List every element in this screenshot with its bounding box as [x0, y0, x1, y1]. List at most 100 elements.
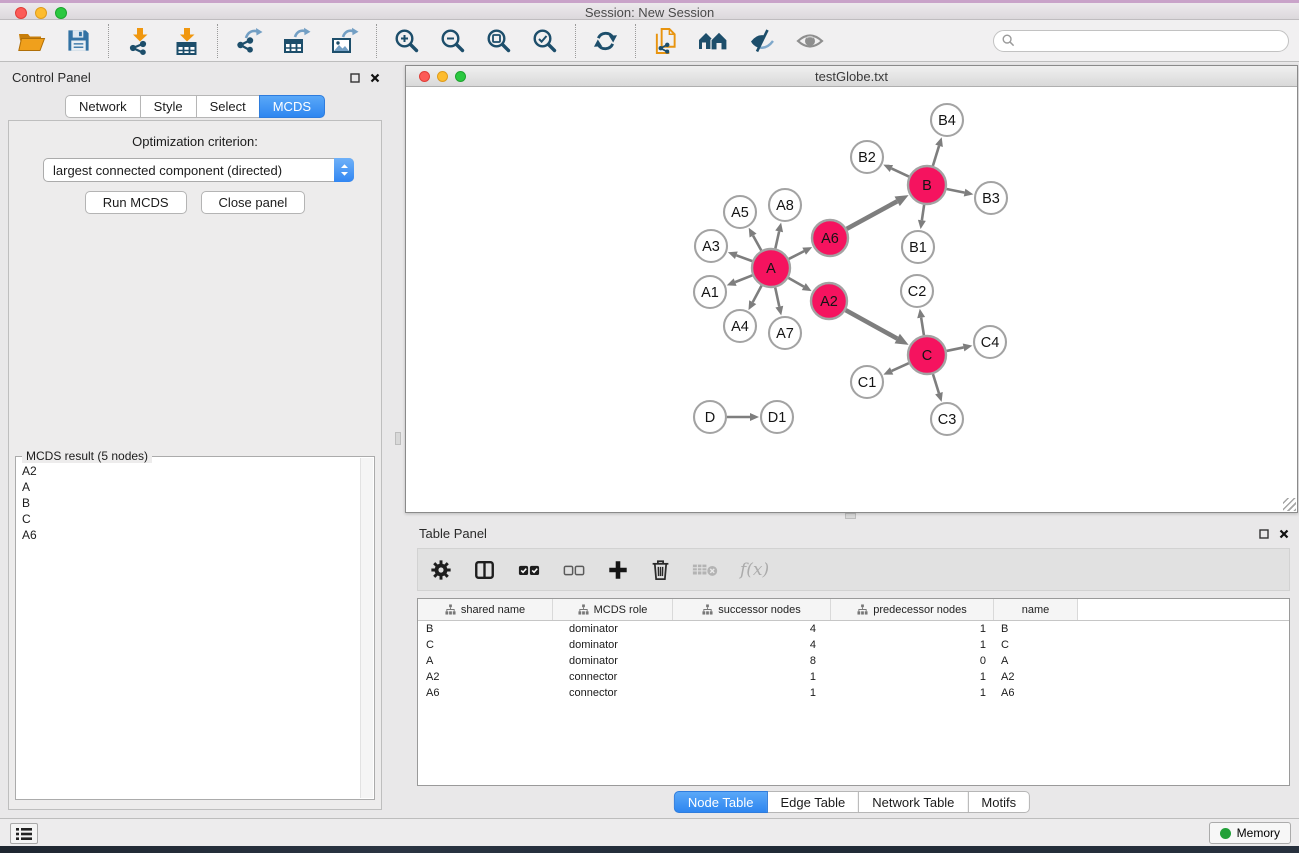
result-list-item[interactable]: B [22, 495, 360, 511]
result-list-item[interactable]: A2 [22, 463, 360, 479]
tab-node-table[interactable]: Node Table [674, 791, 768, 813]
result-list-scrollbar[interactable] [360, 458, 373, 798]
show-view-button[interactable] [796, 30, 824, 52]
run-mcds-button[interactable]: Run MCDS [85, 191, 187, 214]
close-panel-button[interactable]: Close panel [201, 191, 306, 214]
network-window-titlebar[interactable]: testGlobe.txt [406, 66, 1297, 87]
result-list-item[interactable]: A6 [22, 527, 360, 543]
graph-edge[interactable] [922, 205, 924, 220]
table-cell[interactable]: connector [553, 669, 673, 685]
tab-select[interactable]: Select [196, 95, 260, 118]
table-cell[interactable]: connector [553, 685, 673, 701]
table-cell[interactable]: dominator [553, 637, 673, 653]
table-cell[interactable]: dominator [553, 621, 673, 637]
table-cell[interactable]: 1 [831, 621, 994, 637]
export-network-button[interactable] [235, 27, 263, 54]
graph-edge[interactable] [933, 146, 939, 166]
refresh-layout-button[interactable] [593, 28, 618, 54]
column-view-button[interactable] [473, 559, 496, 581]
search-field[interactable] [993, 30, 1289, 52]
table-cell[interactable]: 1 [673, 669, 831, 685]
graph-edge[interactable] [892, 363, 909, 371]
add-row-button[interactable] [607, 559, 629, 581]
table-cell[interactable]: A2 [994, 669, 1078, 685]
graph-edge[interactable] [891, 168, 908, 176]
close-table-panel-icon[interactable] [1279, 527, 1289, 542]
import-table-button[interactable] [173, 27, 200, 55]
table-settings-button[interactable] [430, 559, 452, 581]
tab-motifs[interactable]: Motifs [967, 791, 1030, 813]
table-row[interactable]: Adominator80A [418, 653, 1289, 669]
select-all-button[interactable] [517, 559, 541, 581]
graph-edge[interactable] [736, 255, 752, 261]
table-cell[interactable]: 1 [831, 685, 994, 701]
table-row[interactable]: Bdominator41B [418, 621, 1289, 637]
graph-edge[interactable] [735, 275, 752, 282]
table-cell[interactable]: A [418, 653, 553, 669]
table-cell[interactable]: B [994, 621, 1078, 637]
table-cell[interactable]: C [418, 637, 553, 653]
export-image-button[interactable] [331, 27, 359, 54]
table-cell[interactable]: dominator [553, 653, 673, 669]
column-header-mcds-role[interactable]: MCDS role [553, 599, 673, 620]
graph-edge[interactable] [753, 286, 762, 303]
graph-edge[interactable] [789, 251, 804, 259]
graph-edge[interactable] [775, 231, 779, 248]
float-panel-icon[interactable] [350, 71, 360, 86]
graph-edge[interactable] [846, 310, 898, 338]
column-header-predecessor-nodes[interactable]: predecessor nodes [831, 599, 994, 620]
close-panel-icon[interactable] [370, 71, 380, 86]
search-input[interactable] [1019, 34, 1280, 48]
table-cell[interactable]: A2 [418, 669, 553, 685]
column-header-successor-nodes[interactable]: successor nodes [673, 599, 831, 620]
table-cell[interactable]: 4 [673, 637, 831, 653]
tab-network-table[interactable]: Network Table [858, 791, 968, 813]
table-cell[interactable]: C [994, 637, 1078, 653]
vertical-splitter-grip[interactable] [395, 432, 401, 445]
table-cell[interactable]: A6 [994, 685, 1078, 701]
network-canvas[interactable]: B4B2BB3A8A5A6A3B1AC2A1A2A4A7C4CC1C3DD1 [406, 87, 1297, 512]
table-cell[interactable]: A [994, 653, 1078, 669]
graph-edge[interactable] [788, 278, 803, 287]
network-file-button[interactable] [653, 27, 678, 55]
save-session-button[interactable] [66, 28, 91, 53]
column-header-name[interactable]: name [994, 599, 1078, 620]
zoom-selected-button[interactable] [532, 28, 558, 54]
graph-edge[interactable] [753, 236, 761, 251]
hide-details-button[interactable] [748, 28, 776, 54]
table-cell[interactable]: 1 [831, 669, 994, 685]
tab-network[interactable]: Network [65, 95, 141, 118]
result-list-item[interactable]: A [22, 479, 360, 495]
criterion-select[interactable]: largest connected component (directed) [43, 158, 354, 182]
home-button[interactable] [698, 28, 728, 53]
horizontal-splitter-grip[interactable] [845, 513, 856, 519]
float-table-panel-icon[interactable] [1259, 527, 1269, 542]
graph-edge[interactable] [947, 189, 965, 193]
zoom-fit-button[interactable] [486, 28, 512, 54]
window-resize-grip[interactable] [1283, 498, 1296, 511]
deselect-all-button[interactable] [562, 559, 586, 581]
table-cell[interactable]: B [418, 621, 553, 637]
table-cell[interactable]: 8 [673, 653, 831, 669]
table-cell[interactable]: 1 [673, 685, 831, 701]
export-table-button[interactable] [283, 27, 311, 54]
table-cell[interactable]: 4 [673, 621, 831, 637]
table-row[interactable]: A2connector11A2 [418, 669, 1289, 685]
delete-row-button[interactable] [650, 558, 671, 581]
tab-mcds[interactable]: MCDS [259, 95, 325, 118]
table-row[interactable]: Cdominator41C [418, 637, 1289, 653]
clear-table-button[interactable] [692, 561, 719, 579]
graph-edge[interactable] [775, 288, 779, 307]
column-header-shared-name[interactable]: shared name [418, 599, 553, 620]
table-cell[interactable]: 1 [831, 637, 994, 653]
memory-button[interactable]: Memory [1209, 822, 1291, 844]
table-cell[interactable]: A6 [418, 685, 553, 701]
zoom-in-button[interactable] [394, 28, 420, 54]
table-row[interactable]: A6connector11A6 [418, 685, 1289, 701]
graph-edge[interactable] [921, 318, 924, 336]
task-history-button[interactable] [10, 823, 38, 844]
graph-edge[interactable] [947, 347, 964, 351]
tab-edge-table[interactable]: Edge Table [766, 791, 859, 813]
zoom-out-button[interactable] [440, 28, 466, 54]
table-cell[interactable]: 0 [831, 653, 994, 669]
